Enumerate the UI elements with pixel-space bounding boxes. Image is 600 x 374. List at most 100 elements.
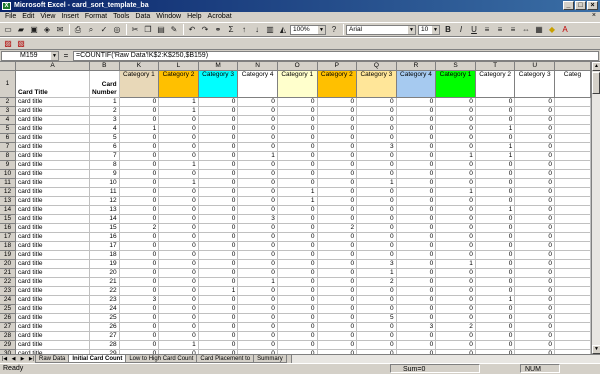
count-cell[interactable]: 0 bbox=[317, 106, 358, 116]
count-cell[interactable]: 0 bbox=[198, 151, 239, 161]
count-cell[interactable]: 0 bbox=[475, 97, 516, 107]
count-cell[interactable]: 0 bbox=[475, 241, 516, 251]
chart-wizard-icon[interactable]: ▥ bbox=[264, 24, 276, 35]
count-cell[interactable]: 0 bbox=[396, 232, 437, 242]
menu-data[interactable]: Data bbox=[132, 12, 153, 22]
count-cell[interactable]: 0 bbox=[237, 169, 278, 179]
count-cell[interactable]: 0 bbox=[435, 97, 476, 107]
row-header[interactable]: 9 bbox=[0, 160, 16, 170]
card-number-cell[interactable]: 17 bbox=[89, 241, 120, 251]
count-cell[interactable]: 0 bbox=[317, 295, 358, 305]
count-cell[interactable]: 0 bbox=[198, 322, 239, 332]
count-cell[interactable]: 0 bbox=[158, 187, 199, 197]
count-cell[interactable]: 0 bbox=[356, 232, 397, 242]
count-cell[interactable]: 0 bbox=[277, 151, 318, 161]
count-cell[interactable]: 0 bbox=[435, 106, 476, 116]
category-header[interactable]: Category 3 bbox=[356, 69, 397, 98]
count-cell[interactable] bbox=[554, 277, 591, 287]
count-cell[interactable]: 0 bbox=[277, 223, 318, 233]
count-cell[interactable]: 0 bbox=[435, 295, 476, 305]
count-cell[interactable]: 0 bbox=[396, 124, 437, 134]
spelling-icon[interactable]: ✓ bbox=[98, 24, 110, 35]
count-cell[interactable]: 0 bbox=[356, 304, 397, 314]
card-title-cell[interactable]: card title bbox=[15, 178, 91, 188]
count-cell[interactable]: 2 bbox=[317, 223, 358, 233]
row-header[interactable]: 5 bbox=[0, 124, 16, 134]
sheet-tab[interactable]: Card Placement to bbox=[196, 355, 255, 363]
count-cell[interactable]: 0 bbox=[277, 304, 318, 314]
card-title-cell[interactable]: card title bbox=[15, 295, 91, 305]
count-cell[interactable] bbox=[554, 250, 591, 260]
count-cell[interactable]: 0 bbox=[514, 295, 555, 305]
row-header[interactable]: 15 bbox=[0, 214, 16, 224]
card-number-cell[interactable]: 16 bbox=[89, 232, 120, 242]
name-box[interactable]: M159 ▼ bbox=[1, 50, 59, 61]
count-cell[interactable]: 0 bbox=[396, 313, 437, 323]
count-cell[interactable]: 0 bbox=[317, 268, 358, 278]
card-title-cell[interactable]: card title bbox=[15, 169, 91, 179]
fill-color-icon[interactable]: ◆ bbox=[546, 24, 558, 35]
row-header[interactable]: 24 bbox=[0, 295, 16, 305]
count-cell[interactable]: 0 bbox=[317, 160, 358, 170]
menu-file[interactable]: File bbox=[2, 12, 19, 22]
count-cell[interactable]: 0 bbox=[277, 250, 318, 260]
count-cell[interactable]: 0 bbox=[237, 322, 278, 332]
count-cell[interactable]: 0 bbox=[514, 232, 555, 242]
count-cell[interactable]: 0 bbox=[198, 241, 239, 251]
count-cell[interactable]: 0 bbox=[514, 241, 555, 251]
card-number-cell[interactable]: 10 bbox=[89, 178, 120, 188]
count-cell[interactable]: 1 bbox=[158, 97, 199, 107]
category-header[interactable]: Category 4 bbox=[395, 69, 437, 98]
select-all-corner[interactable] bbox=[0, 62, 16, 71]
count-cell[interactable]: 0 bbox=[514, 160, 555, 170]
count-cell[interactable]: 0 bbox=[475, 322, 516, 332]
count-cell[interactable]: 0 bbox=[356, 331, 397, 341]
count-cell[interactable]: 0 bbox=[396, 187, 437, 197]
count-cell[interactable]: 0 bbox=[475, 133, 516, 143]
column-header[interactable]: Q bbox=[356, 62, 397, 71]
count-cell[interactable] bbox=[554, 331, 591, 341]
count-cell[interactable]: 0 bbox=[356, 106, 397, 116]
count-cell[interactable]: 0 bbox=[198, 331, 239, 341]
font-select[interactable]: Arial ▼ bbox=[346, 24, 416, 35]
card-title-cell[interactable]: card title bbox=[15, 151, 91, 161]
count-cell[interactable]: 0 bbox=[198, 313, 239, 323]
count-cell[interactable]: 0 bbox=[435, 160, 476, 170]
count-cell[interactable]: 0 bbox=[277, 232, 318, 242]
count-cell[interactable]: 0 bbox=[158, 133, 199, 143]
count-cell[interactable]: 0 bbox=[237, 313, 278, 323]
count-cell[interactable]: 0 bbox=[158, 331, 199, 341]
first-sheet-icon[interactable]: |◀ bbox=[0, 355, 9, 363]
row-header[interactable]: 6 bbox=[0, 133, 16, 143]
count-cell[interactable]: 0 bbox=[119, 313, 160, 323]
count-cell[interactable] bbox=[554, 340, 591, 350]
card-title-cell[interactable]: card title bbox=[15, 223, 91, 233]
count-cell[interactable]: 0 bbox=[158, 169, 199, 179]
count-cell[interactable]: 2 bbox=[119, 223, 160, 233]
count-cell[interactable] bbox=[554, 304, 591, 314]
row-header[interactable]: 20 bbox=[0, 259, 16, 269]
sort-desc-icon[interactable]: ↓ bbox=[251, 24, 263, 35]
count-cell[interactable]: 0 bbox=[277, 322, 318, 332]
count-cell[interactable]: 0 bbox=[277, 259, 318, 269]
count-cell[interactable]: 0 bbox=[158, 286, 199, 296]
count-cell[interactable]: 0 bbox=[475, 340, 516, 350]
count-cell[interactable]: 0 bbox=[119, 268, 160, 278]
font-size-select[interactable]: 10 ▼ bbox=[418, 24, 440, 35]
row-header[interactable]: 8 bbox=[0, 151, 16, 161]
card-number-cell[interactable]: 23 bbox=[89, 295, 120, 305]
count-cell[interactable] bbox=[554, 160, 591, 170]
count-cell[interactable]: 0 bbox=[356, 169, 397, 179]
card-number-cell[interactable]: 22 bbox=[89, 286, 120, 296]
count-cell[interactable]: 0 bbox=[514, 124, 555, 134]
count-cell[interactable]: 0 bbox=[396, 106, 437, 116]
help-icon[interactable]: ? bbox=[328, 24, 340, 35]
column-header[interactable]: U bbox=[514, 62, 555, 71]
card-title-cell[interactable]: card title bbox=[15, 232, 91, 242]
card-number-cell[interactable]: 18 bbox=[89, 250, 120, 260]
count-cell[interactable]: 0 bbox=[514, 259, 555, 269]
count-cell[interactable]: 0 bbox=[396, 241, 437, 251]
count-cell[interactable]: 0 bbox=[514, 214, 555, 224]
align-right-icon[interactable]: ≡ bbox=[507, 24, 519, 35]
research-icon[interactable]: ◎ bbox=[111, 24, 123, 35]
